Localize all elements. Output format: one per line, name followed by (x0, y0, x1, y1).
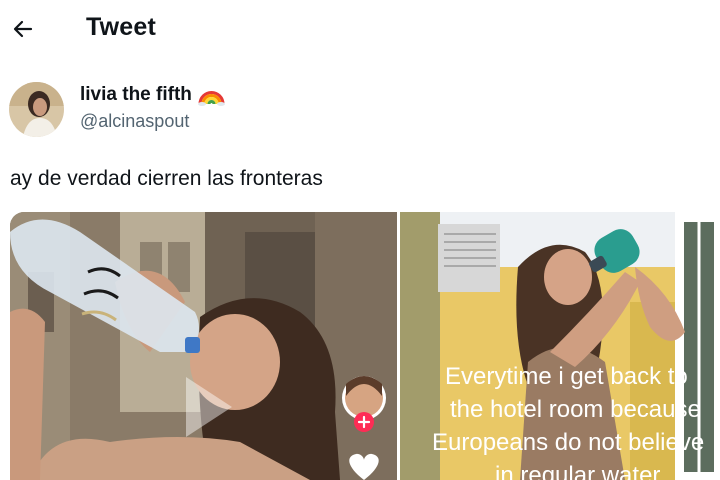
user-handle[interactable]: @alcinaspout (80, 111, 225, 132)
display-name[interactable]: livia the fifth (80, 84, 225, 106)
arrow-left-icon (13, 20, 33, 38)
top-bar: Tweet (0, 0, 720, 58)
media-image-2[interactable]: Everytime i get back to the hotel room b… (400, 212, 720, 480)
follow-plus-icon[interactable] (354, 412, 374, 432)
tweet-text: ay de verdad cierren las fronteras (10, 167, 323, 190)
tweet-media: Everytime i get back to the hotel room b… (10, 212, 720, 480)
rainbow-emoji (197, 84, 225, 106)
media-thumbnail-1[interactable] (10, 212, 397, 480)
avatar[interactable] (9, 82, 64, 137)
page-title: Tweet (86, 13, 156, 41)
caption-line: in regular water (495, 462, 660, 480)
caption-line: Everytime i get back to (445, 363, 688, 390)
caption-line: the hotel room because (450, 396, 701, 423)
caption-line: Europeans do not believe (432, 429, 704, 456)
author-info: livia the fifth @alcinaspout (80, 84, 225, 132)
display-name-text: livia the fifth (80, 84, 192, 105)
back-button[interactable] (8, 12, 38, 46)
